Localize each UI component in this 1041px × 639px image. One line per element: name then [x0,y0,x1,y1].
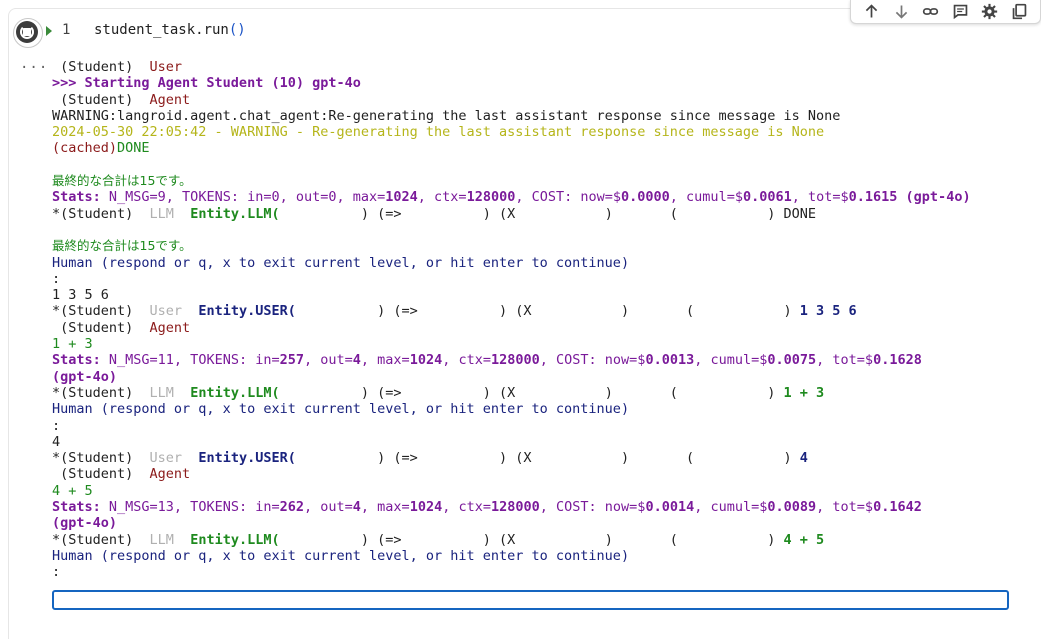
link-icon[interactable] [920,1,942,23]
output-line: (Student) Agent [52,466,191,483]
gear-icon[interactable] [979,1,1001,23]
output-line: *(Student) LLM Entity.LLM( ) (=> ) (X ) … [52,531,825,548]
output-line: (gpt-4o) [52,368,118,385]
output-line: 1 3 5 6 [52,287,109,304]
output-line: Human (respond or q, x to exit current l… [52,547,630,564]
output-line: (Student) Agent [52,319,191,336]
output-line: *(Student) User Entity.USER( ) (=> ) (X … [52,450,808,467]
output-line: (gpt-4o) [52,515,118,532]
output-line: (cached)DONE [52,140,150,157]
output-line: 2024-05-30 22:05:42 - WARNING - Re-gener… [52,124,825,141]
output-line: >>> Starting Agent Student (10) gpt-4o [52,75,361,92]
arrow-up-icon[interactable] [861,1,883,23]
output-line: (Student) Agent [52,91,191,108]
output-line: 最終的な合計は15です。 [52,238,192,254]
line-number: 1 [62,22,71,38]
code-parens: () [228,22,246,38]
output-line: 最終的な合計は15です。 [52,173,192,189]
output-line: *(Student) LLM Entity.LLM( ) (=> ) (X ) … [52,205,817,222]
output-menu-button[interactable]: ... [20,56,48,72]
arrow-down-icon[interactable] [890,1,912,23]
output-line: *(Student) LLM Entity.LLM( ) (=> ) (X ) … [52,384,825,401]
output-line: Human (respond or q, x to exit current l… [52,401,630,418]
output-line: : [52,270,61,287]
output-line: WARNING:langroid.agent.chat_agent:Re-gen… [52,107,841,124]
expand-arrow-icon[interactable] [46,26,52,36]
stdin-input[interactable] [52,590,1009,610]
notebook-cell: 1 student_task.run() ... (Student) User … [0,0,1041,639]
output-line: *(Student) User Entity.USER( ) (=> ) (X … [52,303,857,320]
cell-output: (Student) User >>> Starting Agent Studen… [52,59,1027,581]
output-line: Human (respond or q, x to exit current l… [52,254,630,271]
stats-line: Stats: N_MSG=9, TOKENS: in=0, out=0, max… [52,189,971,206]
output-line: : [52,417,61,434]
code-text: student_task.run [94,22,229,38]
output-line: 1 + 3 [52,336,93,353]
output-line: 4 [52,433,61,450]
comment-icon[interactable] [949,1,971,23]
stats-line: Stats: N_MSG=11, TOKENS: in=257, out=4, … [52,352,922,369]
stats-line: Stats: N_MSG=13, TOKENS: in=262, out=4, … [52,499,922,516]
output-line: : [52,564,61,581]
spinner-icon [20,25,34,39]
stop-execution-button[interactable] [13,18,43,48]
output-line: (Student) User [52,59,183,75]
output-line: 4 + 5 [52,482,93,499]
copy-icon[interactable] [1008,1,1030,23]
code-line[interactable]: student_task.run() [94,22,246,38]
cell-toolbar [850,0,1041,24]
